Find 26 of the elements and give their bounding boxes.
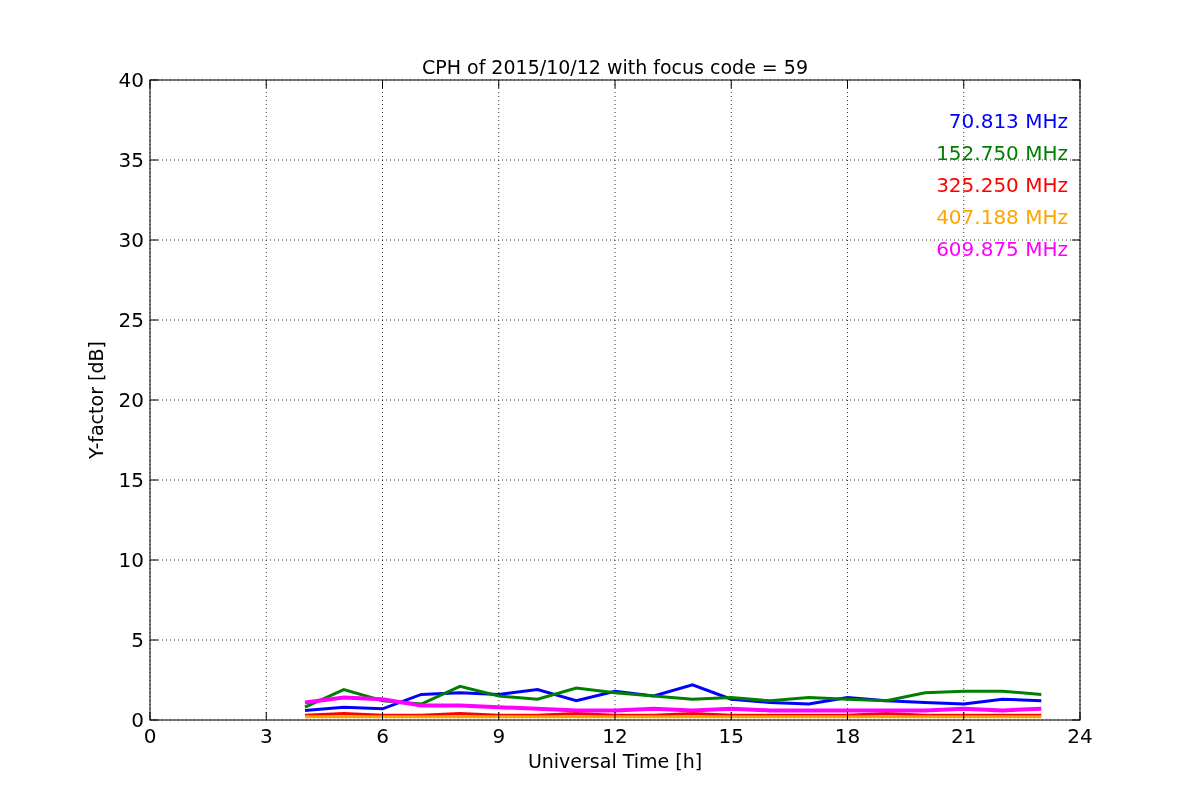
chart-title: CPH of 2015/10/12 with focus code = 59: [422, 56, 808, 78]
legend-label: 325.250 MHz: [936, 173, 1068, 197]
y-tick-label: 35: [118, 148, 144, 172]
x-tick-label: 9: [492, 724, 506, 748]
legend-label: 407.188 MHz: [936, 205, 1068, 229]
y-tick-label: 40: [118, 68, 144, 92]
y-tick-label: 5: [131, 628, 144, 652]
x-tick-label: 0: [143, 724, 157, 748]
y-tick-label: 25: [118, 308, 144, 332]
legend-label: 152.750 MHz: [936, 141, 1068, 165]
y-axis-label: Y-factor [dB]: [85, 341, 107, 459]
y-tick-label: 10: [118, 548, 144, 572]
x-tick-label: 15: [718, 724, 744, 748]
y-tick-label: 0: [131, 708, 144, 732]
x-tick-label: 3: [259, 724, 273, 748]
x-tick-label: 24: [1067, 724, 1093, 748]
y-tick-label: 20: [118, 388, 144, 412]
y-tick-label: 30: [118, 228, 144, 252]
x-tick-label: 6: [376, 724, 389, 748]
x-axis-label: Universal Time [h]: [527, 750, 703, 772]
legend-label: 70.813 MHz: [948, 109, 1068, 133]
x-tick-label: 18: [834, 724, 861, 748]
y-tick-label: 15: [118, 468, 144, 492]
x-tick-label: 21: [951, 724, 977, 748]
x-tick-label: 12: [602, 724, 628, 748]
legend-label: 609.875 MHz: [936, 237, 1068, 261]
